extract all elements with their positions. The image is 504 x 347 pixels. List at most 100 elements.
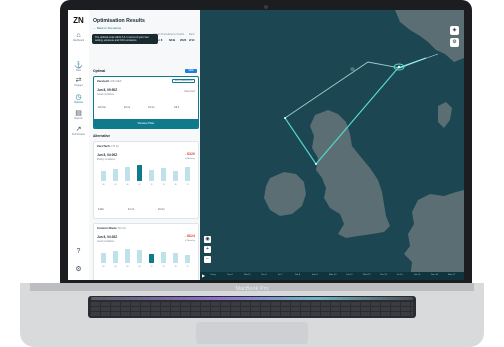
metric-speed: 3.2kn [98, 208, 104, 211]
hourly-bar [185, 167, 190, 181]
timeline-day[interactable]: Sun 16 [431, 274, 438, 276]
voyage-map[interactable]: ◈ ⚙ ◉ + − ▶ Today Tue 4 Wed 5 Thu 6 Fri 7 Sat… [200, 10, 464, 280]
zoom-out-button[interactable]: − [204, 256, 211, 263]
alternative-route-card[interactable]: ZeroTech CIT kn Jun 8, 04:00Z Mostly con… [93, 141, 199, 219]
metric-fuel: 42 mt [124, 106, 130, 109]
hourly-bar [149, 254, 154, 263]
hourly-bar [161, 252, 166, 263]
card-name: Custom Route [97, 226, 117, 230]
locate-button[interactable]: ◉ [204, 236, 211, 243]
hourly-bar [173, 171, 178, 181]
help-button[interactable]: ? [69, 248, 88, 256]
zoom-in-button[interactable]: + [204, 246, 211, 253]
hourly-bar [137, 250, 142, 263]
hourly-bar-label: 06 [126, 266, 129, 268]
route-optimal [284, 57, 427, 165]
nav-item-label: Performance [71, 134, 86, 136]
nav-item-dashboard[interactable]: ⌂ Dashboard [69, 32, 88, 43]
route-conditions: Mostly conditions [97, 158, 116, 161]
waypoint [284, 117, 286, 119]
trackpad [196, 322, 308, 344]
hourly-bar-label: 00 [102, 266, 105, 268]
settings-button[interactable]: ⚙ [69, 266, 88, 274]
back-link[interactable]: ← Back to Scenarios [93, 26, 121, 30]
route-icon: ⇄ [75, 77, 82, 84]
metric-speed: 18.2 kn [98, 106, 106, 109]
nav-item-fleet[interactable]: ⚓ Fleet [69, 62, 88, 73]
locate-icon: ◉ [205, 236, 210, 242]
hourly-bar-label: 03 [114, 184, 117, 186]
timeline-day[interactable]: Thu 13 [380, 274, 387, 276]
nav-item-label: Dashboard [72, 40, 85, 42]
timeline-day[interactable]: Wed 12 [363, 274, 371, 276]
hourly-bar [113, 251, 118, 263]
layers-icon: ◈ [452, 27, 457, 33]
forecast-timeline[interactable]: ▶ Today Tue 4 Wed 5 Thu 6 Fri 7 Sat 8 Sun 9 Mon… [200, 272, 464, 280]
nav-item-performance[interactable]: ↗ Performance [69, 126, 88, 137]
laptop-screen-bezel: ZN ⌂ Dashboard ⚓ Fleet ⇄ Voyages ◷ Optim… [60, 0, 472, 285]
metric-distance: 10 nm [158, 208, 165, 211]
nav-item-optimise[interactable]: ◷ Optimise [69, 94, 88, 105]
timeline-day[interactable]: Mon 10 [329, 274, 336, 276]
hourly-bar-label: 12 [150, 184, 153, 186]
nav-item-reports[interactable]: ▤ Reports [69, 110, 88, 121]
cost-delta: - $624 [184, 234, 195, 238]
metric-fuel: 41 mt [128, 208, 134, 211]
optimal-route-card[interactable]: Zerotech AIS-NEX RECOMMENDED Jun 8, 09:5… [93, 76, 199, 129]
app-screen: ZN ⌂ Dashboard ⚓ Fleet ⇄ Voyages ◷ Optim… [68, 10, 464, 280]
timeline-day[interactable]: Thu 6 [261, 274, 267, 276]
metric-distance: 13 nm [148, 106, 155, 109]
route-alternative [284, 57, 427, 119]
hourly-bar-label: 06 [126, 184, 129, 186]
key-row [91, 312, 413, 316]
brand-label: MacBook Pro [235, 286, 269, 292]
hourly-bar-label: 18 [174, 184, 177, 186]
hourly-bar-label: 09 [138, 184, 141, 186]
nav-item-voyages[interactable]: ⇄ Voyages [69, 77, 88, 88]
new-badge: NEW [185, 69, 197, 73]
timeline-day[interactable]: Sun 9 [312, 274, 318, 276]
keyboard [88, 296, 416, 318]
timeline-day[interactable]: Tue 11 [346, 274, 353, 276]
timeline-day[interactable]: Sat 8 [295, 274, 300, 276]
land-denmark [438, 102, 452, 128]
nav-item-label: Fleet [75, 70, 82, 72]
hourly-bar-label: 21 [186, 266, 189, 268]
nav-item-label: Reports [74, 118, 83, 120]
map-canvas [264, 10, 464, 280]
recommended-badge: RECOMMENDED [172, 79, 195, 83]
hourly-bar-label: 15 [162, 266, 165, 268]
info-tooltip: The optimal route will E.T.A. in terms o… [92, 34, 158, 45]
charter-value: 2023 [180, 38, 187, 42]
hourly-bar-label: 15 [162, 184, 165, 186]
map-settings-button[interactable]: ⚙ [450, 38, 459, 47]
review-plan-button[interactable]: Review Plan [94, 119, 198, 128]
route-eta: Jun 8, 04:30Z [97, 235, 118, 239]
timeline-day[interactable]: Sat 15 [414, 274, 420, 276]
timeline-day[interactable]: Tue 4 [227, 274, 233, 276]
play-icon[interactable]: ▶ [202, 273, 205, 278]
layers-button[interactable]: ◈ [450, 26, 459, 35]
hourly-bar [137, 165, 142, 181]
timeline-day[interactable]: Today [210, 274, 216, 276]
card-header: Custom Route SCI kn [97, 226, 126, 230]
ship-icon: ⚓ [74, 62, 83, 69]
route-eta: Jun 8, 09:50Z [97, 88, 118, 92]
alternative-section-label: Alternative [93, 134, 111, 138]
timeline-day[interactable]: Fri 7 [278, 274, 282, 276]
report-icon: ▤ [75, 110, 82, 117]
timeline-day[interactable]: Fri 14 [397, 274, 403, 276]
timeline-day[interactable]: Mon 17 [448, 274, 455, 276]
cost-delta: - $320 [184, 152, 195, 156]
route-conditions: Good conditions [97, 240, 115, 243]
land-faroe [350, 67, 355, 71]
land-ireland [264, 172, 306, 216]
timeline-day[interactable]: Wed 5 [244, 274, 250, 276]
hourly-bar [161, 168, 166, 181]
route-conditions: Good conditions [97, 93, 115, 96]
touch-bar [91, 297, 413, 300]
hourly-bar-label: 00 [102, 184, 105, 186]
alternative-route-card[interactable]: Custom Route SCI kn Jun 8, 04:30Z Good c… [93, 223, 199, 280]
charter-header: Charter Rate [168, 33, 182, 36]
nav-sidebar: ZN ⌂ Dashboard ⚓ Fleet ⇄ Voyages ◷ Optim… [68, 10, 90, 280]
